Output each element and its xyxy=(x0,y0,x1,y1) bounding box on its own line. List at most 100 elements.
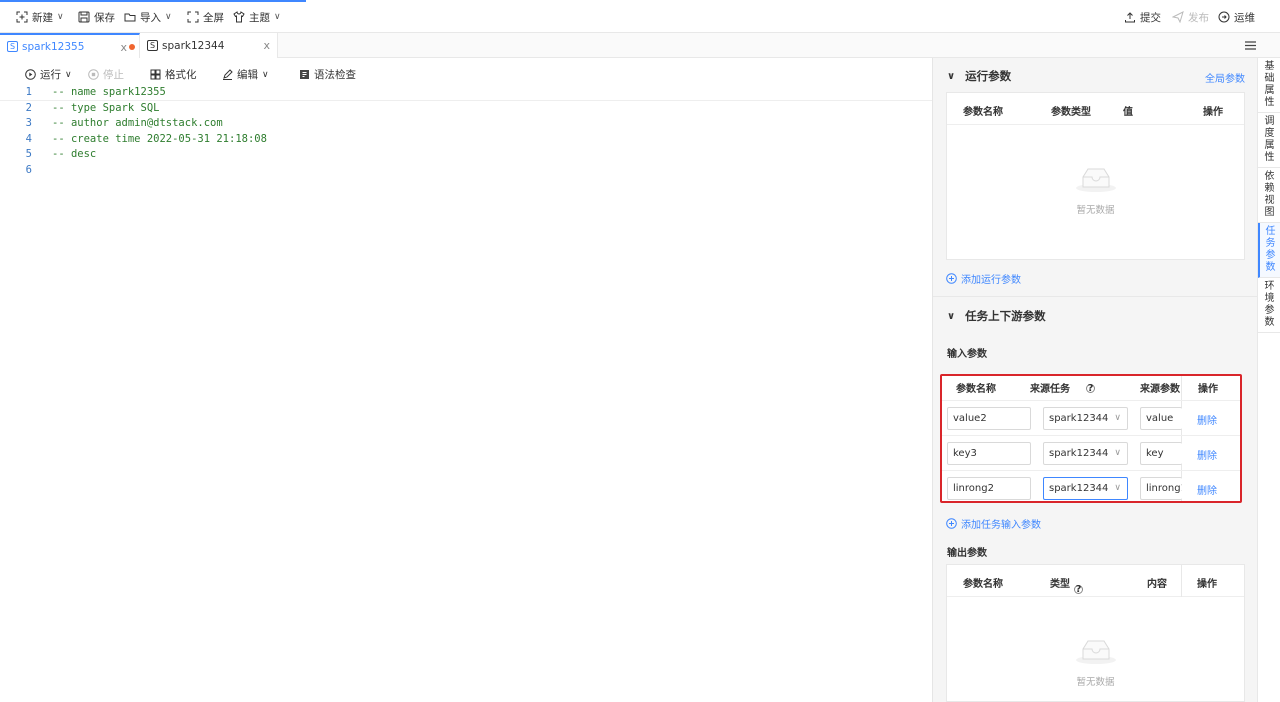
new-icon xyxy=(16,11,28,23)
source-task-select[interactable]: spark12344 ∨ xyxy=(1043,477,1128,500)
add-run-param-link[interactable]: 添加运行参数 xyxy=(946,271,1021,286)
submit-button[interactable]: 提交 xyxy=(1124,9,1161,25)
table-header: 参数名称 类型 ? 内容 操作 xyxy=(947,565,1244,597)
param-name-input[interactable]: value2 xyxy=(947,407,1031,430)
upload-icon xyxy=(1125,12,1135,23)
column-header: 来源参数 xyxy=(1140,384,1180,395)
column-header: 参数名称 xyxy=(963,579,1003,590)
input-params-title: 输入参数 xyxy=(947,349,987,360)
chevron-down-icon: ∨ xyxy=(57,12,64,22)
column-header: 操作 xyxy=(1197,579,1217,590)
shirt-icon xyxy=(233,11,245,23)
source-param-select[interactable]: linrong1 xyxy=(1140,477,1182,500)
import-label: 导入 xyxy=(140,11,161,24)
publish-label: 发布 xyxy=(1188,11,1209,24)
send-icon xyxy=(1172,11,1184,23)
tab-spark12355[interactable]: S spark12355 x xyxy=(0,33,140,58)
select-value: spark12344 xyxy=(1049,483,1109,494)
column-header: 参数名称 xyxy=(956,384,996,395)
global-params-link[interactable]: 全局参数 xyxy=(1205,70,1245,85)
play-icon xyxy=(25,69,36,80)
close-icon[interactable]: x xyxy=(120,41,127,54)
delete-link[interactable]: 删除 xyxy=(1197,412,1217,427)
save-label: 保存 xyxy=(94,11,115,24)
sql-file-icon: S xyxy=(7,41,18,52)
chevron-down-icon: ∨ xyxy=(947,70,956,82)
save-button[interactable]: 保存 xyxy=(78,9,115,25)
editor-tabs: S spark12355 x S spark12344 x xyxy=(0,33,1280,58)
import-button[interactable]: 导入 ∨ xyxy=(124,9,172,25)
fullscreen-button[interactable]: 全屏 xyxy=(187,9,224,25)
add-input-param-link[interactable]: 添加任务输入参数 xyxy=(946,516,1041,531)
plus-circle-icon xyxy=(946,518,957,529)
chevron-down-icon: ∨ xyxy=(165,12,172,22)
empty-tray-icon xyxy=(1075,640,1116,664)
new-button[interactable]: 新建 ∨ xyxy=(16,9,64,25)
param-name-input[interactable]: linrong2 xyxy=(947,477,1031,500)
output-params-title: 输出参数 xyxy=(947,548,987,559)
tab-basic-props[interactable]: 基础属性 xyxy=(1258,58,1280,113)
right-side-tabs: 基础属性 调度属性 依赖视图 任务参数 环境参数 xyxy=(1257,58,1280,702)
ops-label: 运维 xyxy=(1234,11,1255,24)
input-params-table: 参数名称 来源任务 ? 来源参数 操作 value2 spark12344 ∨ v… xyxy=(940,374,1242,503)
top-toolbar: 新建 ∨ 保存 导入 ∨ 全屏 主题 ∨ 提交 发布 运维 xyxy=(0,0,1280,33)
chevron-down-icon: ∨ xyxy=(262,69,269,80)
delete-link[interactable]: 删除 xyxy=(1197,447,1217,462)
code-line: 2 -- type Spark SQL xyxy=(0,101,932,117)
edit-button[interactable]: 编辑 ∨ xyxy=(222,67,269,82)
delete-link[interactable]: 删除 xyxy=(1197,482,1217,497)
ops-button[interactable]: 运维 xyxy=(1218,9,1255,25)
run-button[interactable]: 运行 ∨ xyxy=(25,67,72,82)
param-name-input[interactable]: key3 xyxy=(947,442,1031,465)
submit-label: 提交 xyxy=(1140,11,1161,24)
table-row: value2 spark12344 ∨ value 删除 xyxy=(942,401,1240,436)
publish-button[interactable]: 发布 xyxy=(1172,9,1209,25)
code-line: 1 -- name spark12355 xyxy=(0,85,932,101)
code-text: -- create time 2022-05-31 21:18:08 xyxy=(52,132,267,145)
source-param-select[interactable]: value xyxy=(1140,407,1182,430)
chevron-down-icon: ∨ xyxy=(65,69,72,80)
stop-icon xyxy=(88,69,99,80)
column-header: 来源任务 xyxy=(1030,384,1070,395)
menu-icon[interactable] xyxy=(1245,41,1256,50)
task-params-header[interactable]: ∨ 任务上下游参数 xyxy=(947,308,1046,324)
add-input-param-label: 添加任务输入参数 xyxy=(961,520,1041,531)
editor-toolbar: 运行 ∨ 停止 格式化 编辑 ∨ 语法检查 xyxy=(0,59,932,87)
code-editor[interactable]: 1 -- name spark12355 2 -- type Spark SQL 3… xyxy=(0,85,932,178)
syntax-check-icon xyxy=(300,70,309,79)
code-text: -- type Spark SQL xyxy=(52,101,160,114)
column-header: 内容 xyxy=(1147,579,1167,590)
tab-schedule-props[interactable]: 调度属性 xyxy=(1258,113,1280,168)
tab-spark12344[interactable]: S spark12344 x xyxy=(140,33,278,58)
code-line: 4 -- create time 2022-05-31 21:18:08 xyxy=(0,132,932,148)
source-task-select[interactable]: spark12344 ∨ xyxy=(1043,442,1128,465)
tab-dependency-view[interactable]: 依赖视图 xyxy=(1258,168,1280,223)
pencil-icon xyxy=(223,69,233,80)
column-header: 操作 xyxy=(1203,107,1223,118)
run-params-title: 运行参数 xyxy=(965,69,1012,83)
line-number: 5 xyxy=(25,148,32,160)
column-header: 操作 xyxy=(1198,384,1218,395)
chevron-down-icon: ∨ xyxy=(1114,413,1121,423)
run-params-header[interactable]: ∨ 运行参数 xyxy=(947,68,1011,84)
save-icon xyxy=(78,11,90,23)
theme-label: 主题 xyxy=(249,11,270,24)
stop-button[interactable]: 停止 xyxy=(88,67,124,82)
tab-label: spark12355 xyxy=(22,40,85,53)
source-param-select[interactable]: key xyxy=(1140,442,1182,465)
section-divider xyxy=(933,296,1258,297)
line-number: 4 xyxy=(25,132,32,145)
code-line: 3 -- author admin@dtstack.com xyxy=(0,116,932,132)
tab-env-params[interactable]: 环境参数 xyxy=(1258,278,1280,333)
edit-label: 编辑 xyxy=(237,69,258,81)
empty-state: 暂无数据 xyxy=(947,163,1244,216)
syntax-check-label: 语法检查 xyxy=(314,69,356,81)
close-icon[interactable]: x xyxy=(263,39,270,52)
line-number: 2 xyxy=(25,101,32,114)
theme-button[interactable]: 主题 ∨ xyxy=(233,9,281,25)
syntax-check-button[interactable]: 语法检查 xyxy=(299,67,356,82)
table-header: 参数名称 来源任务 ? 来源参数 操作 xyxy=(942,376,1240,401)
format-button[interactable]: 格式化 xyxy=(150,67,197,82)
tab-task-params[interactable]: 任务参数 xyxy=(1258,223,1280,278)
source-task-select[interactable]: spark12344 ∨ xyxy=(1043,407,1128,430)
